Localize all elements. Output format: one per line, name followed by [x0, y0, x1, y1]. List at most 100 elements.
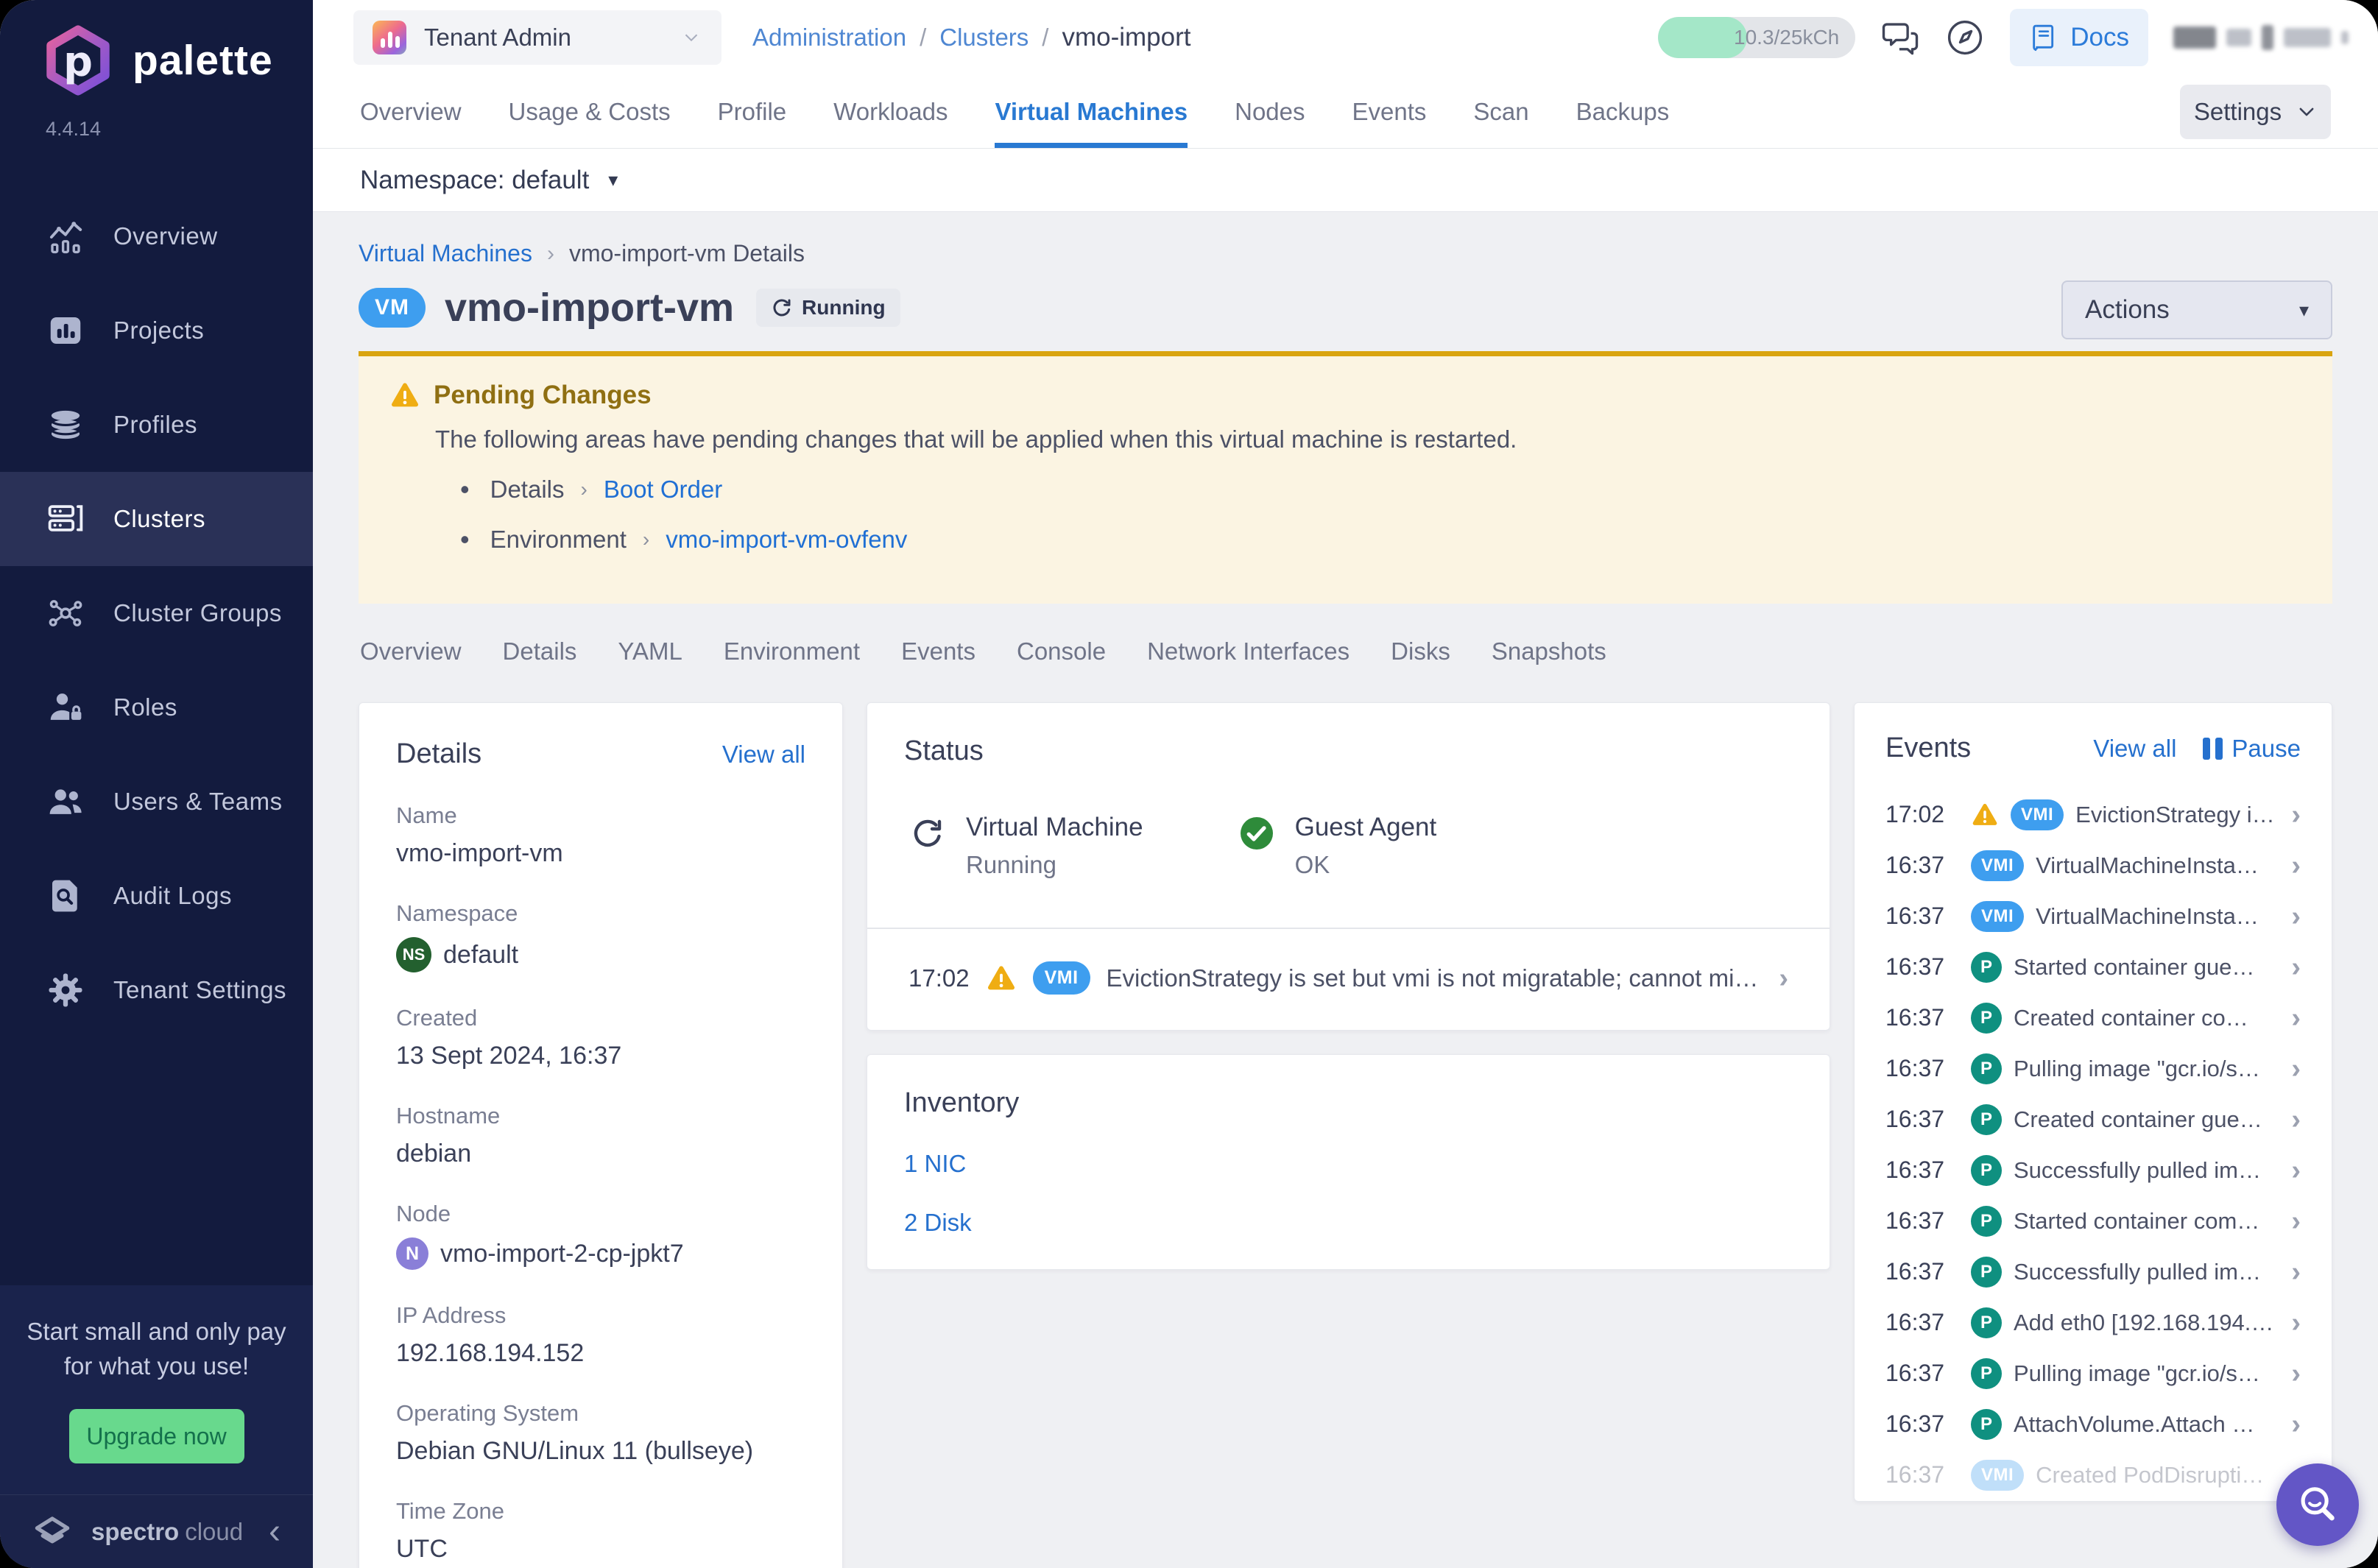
search-fab-button[interactable]	[2276, 1463, 2359, 1546]
chevron-right-icon: ›	[2291, 1156, 2301, 1184]
vm-breadcrumb: Virtual Machines › vmo-import-vm Details	[359, 240, 2332, 267]
cards-row: Details View all Name vmo-import-vm Name…	[359, 702, 2332, 1568]
event-row[interactable]: 16:37 VMI Created PodDisrupti…›	[1885, 1449, 2301, 1500]
event-row[interactable]: 16:37 P Successfully pulled im…›	[1885, 1145, 2301, 1196]
tab-events[interactable]: Events	[1352, 75, 1427, 148]
tab-overview[interactable]: Overview	[360, 75, 462, 148]
sidebar-item-overview[interactable]: Overview	[0, 189, 313, 283]
pending-change-link-ovfenv[interactable]: vmo-import-vm-ovfenv	[666, 526, 907, 554]
sidebar-item-label: Tenant Settings	[113, 976, 286, 1004]
upgrade-now-button[interactable]: Upgrade now	[69, 1409, 244, 1463]
events-card: Events View all Pause 17:02 VMI Eviction…	[1854, 702, 2332, 1502]
check-circle-icon	[1239, 816, 1274, 851]
vmi-badge: VMI	[1971, 850, 2024, 881]
project-scope-selector[interactable]: Tenant Admin	[353, 10, 721, 65]
layers-icon	[46, 405, 85, 445]
usage-meter: 10.3/25kCh	[1658, 17, 1855, 58]
event-row[interactable]: 16:37 VMI VirtualMachineInsta…›	[1885, 891, 2301, 942]
tab-profile[interactable]: Profile	[718, 75, 787, 148]
settings-button[interactable]: Settings	[2180, 85, 2331, 139]
event-row[interactable]: 16:37 P Started container com…›	[1885, 1196, 2301, 1246]
event-row[interactable]: 17:02 VMI EvictionStrategy i…›	[1885, 789, 2301, 840]
chevron-right-icon: ›	[2291, 903, 2301, 930]
events-view-all-link[interactable]: View all	[2093, 735, 2176, 763]
event-row[interactable]: 16:37 P Pulling image "gcr.io/s…›	[1885, 1043, 2301, 1094]
subtab-details[interactable]: Details	[503, 638, 577, 665]
footer-brand: spectrocloud	[91, 1518, 243, 1546]
sidebar-item-cluster-groups[interactable]: Cluster Groups	[0, 566, 313, 660]
sidebar-nav: Overview Projects Profiles Clusters Clus…	[0, 189, 313, 1037]
actions-dropdown[interactable]: Actions ▾	[2061, 280, 2332, 339]
vm-subtabs: Overview Details YAML Environment Events…	[359, 638, 2332, 665]
inventory-nic-link[interactable]: 1 NIC	[904, 1150, 1793, 1178]
pending-change-link-boot-order[interactable]: Boot Order	[604, 476, 722, 504]
sidebar-item-label: Profiles	[113, 411, 197, 439]
inventory-disk-link[interactable]: 2 Disk	[904, 1209, 1793, 1237]
event-row[interactable]: 16:37 P Created container co…›	[1885, 992, 2301, 1043]
sidebar-item-users-teams[interactable]: Users & Teams	[0, 755, 313, 849]
vm-breadcrumb-current: vmo-import-vm Details	[569, 240, 805, 267]
palette-logo-icon: p	[43, 25, 113, 96]
docs-button[interactable]: Docs	[2010, 9, 2148, 66]
subtab-network-interfaces[interactable]: Network Interfaces	[1147, 638, 1349, 665]
details-view-all-link[interactable]: View all	[722, 741, 805, 769]
event-row[interactable]: 16:37 P Started container gue…›	[1885, 942, 2301, 992]
sidebar-item-tenant-settings[interactable]: Tenant Settings	[0, 943, 313, 1037]
sidebar-item-profiles[interactable]: Profiles	[0, 378, 313, 472]
subtab-disks[interactable]: Disks	[1391, 638, 1450, 665]
sidebar-collapse-button[interactable]: ‹	[269, 1514, 281, 1550]
event-row[interactable]: 16:37 P Created container gue…›	[1885, 1094, 2301, 1145]
event-row[interactable]: 16:37 P Add eth0 [192.168.194.15…›	[1885, 1297, 2301, 1348]
tab-virtual-machines[interactable]: Virtual Machines	[995, 75, 1188, 148]
warning-icon	[986, 963, 1017, 994]
namespace-bar[interactable]: Namespace: default ▾	[313, 149, 2378, 212]
tab-scan[interactable]: Scan	[1473, 75, 1528, 148]
chevron-right-icon: ›	[2291, 852, 2301, 880]
breadcrumb-clusters[interactable]: Clusters	[939, 24, 1029, 52]
sidebar-item-label: Overview	[113, 222, 218, 250]
event-row[interactable]: 16:37 VMI VirtualMachineInsta…›	[1885, 840, 2301, 891]
sidebar-item-projects[interactable]: Projects	[0, 283, 313, 378]
subtab-environment[interactable]: Environment	[724, 638, 860, 665]
tab-nodes[interactable]: Nodes	[1235, 75, 1305, 148]
topbar-right: 10.3/25kCh Docs	[1658, 9, 2349, 66]
refresh-icon	[910, 816, 945, 851]
subtab-overview[interactable]: Overview	[360, 638, 462, 665]
sidebar: p palette 4.4.14 Overview Projects Profi…	[0, 0, 313, 1568]
chevron-right-icon[interactable]: ›	[1779, 964, 1788, 992]
event-row[interactable]: 16:37 P Successfully pulled im…›	[1885, 1246, 2301, 1297]
brand: p palette	[0, 0, 313, 96]
event-row[interactable]: 16:37 P AttachVolume.Attach …›	[1885, 1399, 2301, 1449]
sidebar-item-roles[interactable]: Roles	[0, 660, 313, 755]
breadcrumb-administration[interactable]: Administration	[752, 24, 906, 52]
subtab-snapshots[interactable]: Snapshots	[1492, 638, 1606, 665]
pod-badge: P	[1971, 1003, 2002, 1034]
vmi-badge: VMI	[2011, 799, 2064, 830]
subtab-console[interactable]: Console	[1017, 638, 1106, 665]
tab-backups[interactable]: Backups	[1576, 75, 1670, 148]
event-row[interactable]: 16:37 P Pulling image "gcr.io/s…›	[1885, 1348, 2301, 1399]
chevron-right-icon: ›	[2291, 1360, 2301, 1388]
users-icon	[46, 782, 85, 822]
sidebar-item-audit-logs[interactable]: Audit Logs	[0, 849, 313, 943]
subtab-yaml[interactable]: YAML	[618, 638, 682, 665]
network-nodes-icon	[46, 593, 85, 633]
vmi-badge: VMI	[1033, 961, 1090, 995]
sidebar-item-clusters[interactable]: Clusters	[0, 472, 313, 566]
server-stack-icon	[46, 499, 85, 539]
status-event-row[interactable]: 17:02 VMI EvictionStrategy is set but vm…	[904, 929, 1793, 1030]
chevron-right-icon: ›	[2291, 1410, 2301, 1438]
tab-usage-costs[interactable]: Usage & Costs	[509, 75, 671, 148]
chat-icon[interactable]	[1880, 18, 1920, 57]
chevron-right-icon: ›	[2291, 1004, 2301, 1032]
tab-workloads[interactable]: Workloads	[833, 75, 948, 148]
brand-name: palette	[133, 36, 273, 85]
vm-breadcrumb-link[interactable]: Virtual Machines	[359, 240, 532, 267]
namespace-badge: NS	[396, 937, 431, 972]
namespace-selector[interactable]: Namespace: default	[360, 166, 589, 195]
compass-icon[interactable]	[1945, 18, 1985, 57]
pending-changes-banner: Pending Changes The following areas have…	[359, 351, 2332, 604]
events-pause-button[interactable]: Pause	[2203, 735, 2301, 763]
gear-icon	[46, 970, 85, 1010]
subtab-events[interactable]: Events	[901, 638, 975, 665]
